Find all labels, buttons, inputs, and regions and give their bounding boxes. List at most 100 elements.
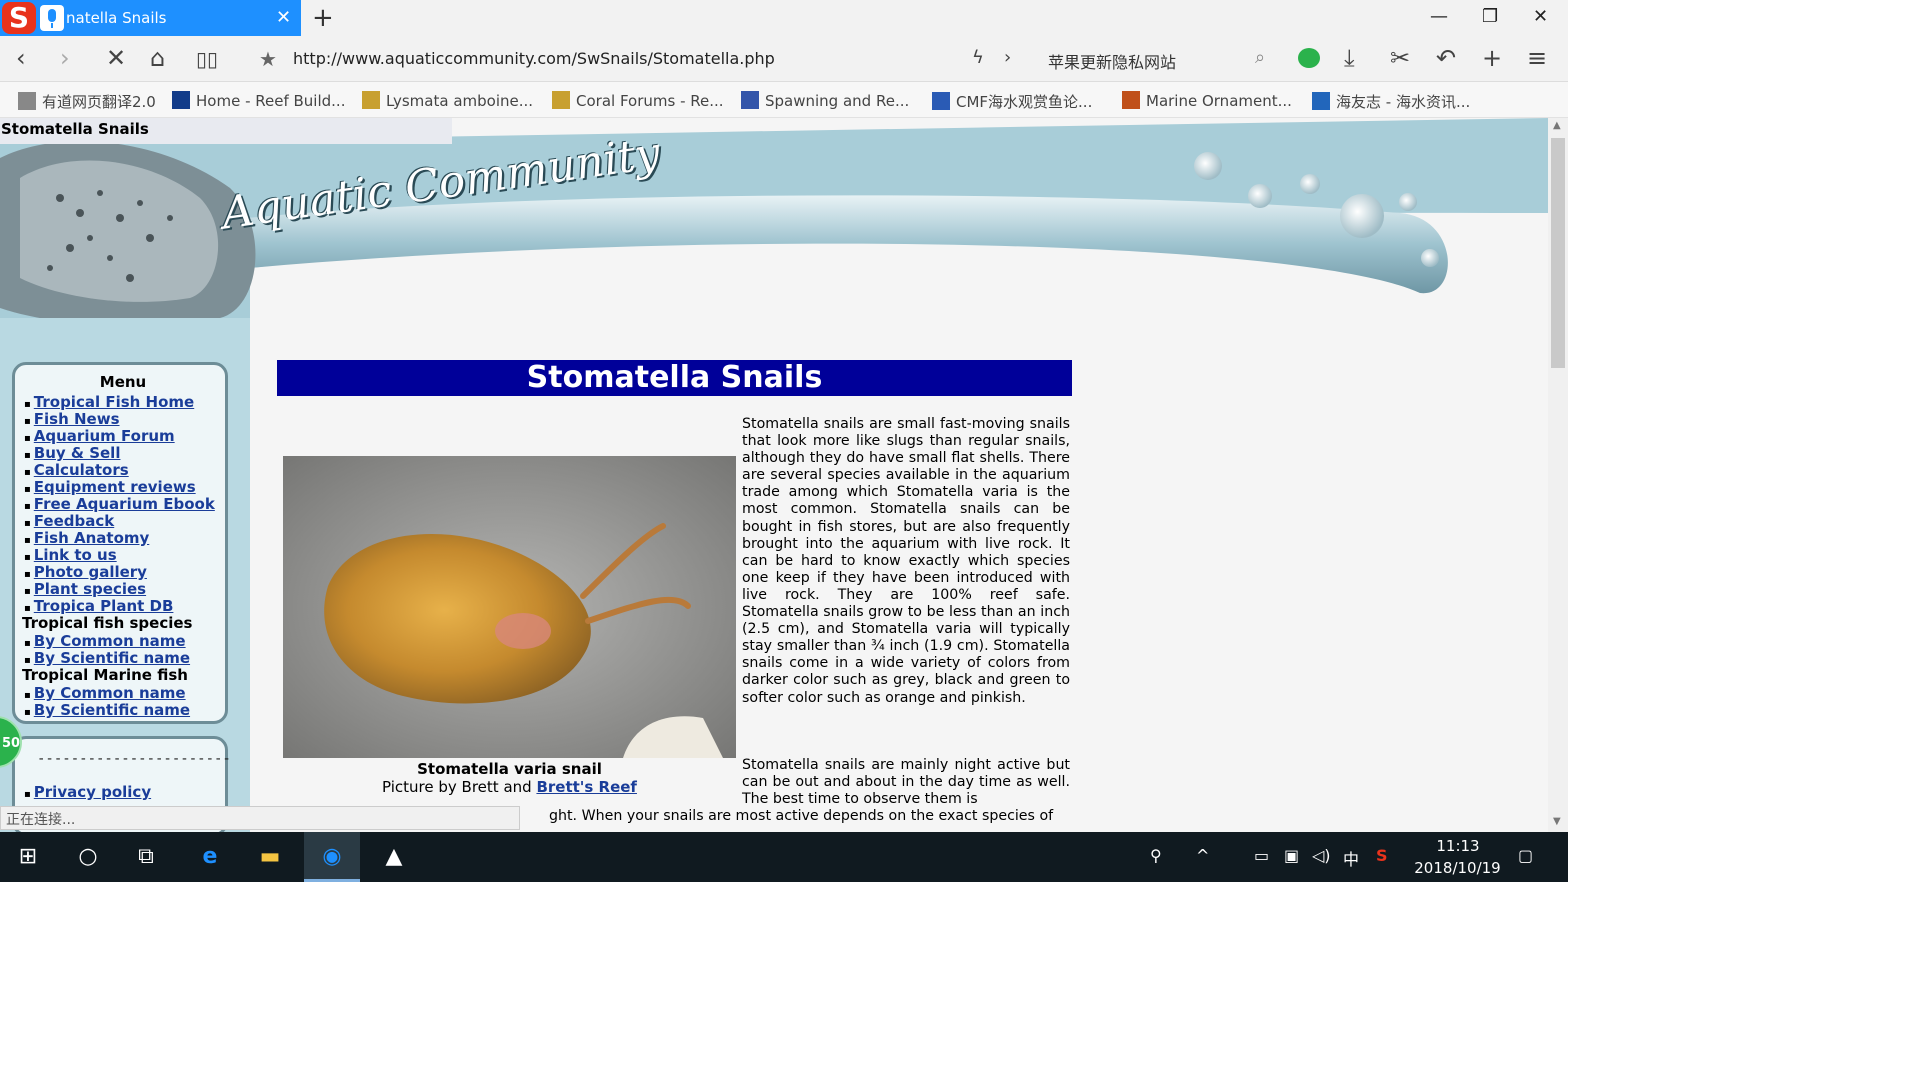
menu-link-calculators[interactable]: Calculators — [24, 461, 129, 479]
task-view-icon[interactable]: ⧉ — [118, 832, 174, 882]
navigation-bar: ‹ › ✕ ⌂ ▯▯ ★ http://www.aquaticcommunity… — [0, 36, 1568, 82]
edge-icon[interactable]: e — [182, 832, 238, 882]
menu-link-tropical-scientific-name[interactable]: By Scientific name — [24, 649, 190, 667]
bookmark-item[interactable]: Lysmata amboine... — [362, 91, 533, 110]
tab-title: natella Snails — [66, 9, 167, 27]
minimize-button[interactable]: — — [1430, 6, 1448, 27]
reader-icon[interactable]: ▯▯ — [196, 47, 218, 71]
add-icon[interactable]: + — [1482, 44, 1502, 72]
active-tab[interactable]: S natella Snails ✕ — [0, 0, 301, 36]
bookmark-label: 海友志 - 海水资讯... — [1336, 93, 1471, 111]
page-icon — [18, 92, 36, 110]
menu-divider: ----------------------- — [37, 751, 231, 767]
bookmark-item[interactable]: Coral Forums - Re... — [552, 91, 724, 110]
people-icon[interactable]: ⚲ — [1150, 846, 1162, 865]
clock-date[interactable]: 2018/10/19 — [1410, 859, 1505, 877]
search-icon[interactable]: ⌕ — [1255, 47, 1265, 68]
undo-icon[interactable]: ↶ — [1436, 44, 1456, 72]
notifications-icon[interactable]: ▢ — [1518, 846, 1533, 865]
stop-button[interactable]: ✕ — [106, 44, 126, 72]
menu-link-marine-common-name[interactable]: By Common name — [24, 684, 186, 702]
back-button[interactable]: ‹ — [16, 44, 26, 72]
article-paragraph-1: Stomatella snails are small fast-moving … — [742, 416, 1070, 706]
search-suggestion[interactable]: 苹果更新隐私网站 — [1048, 49, 1176, 73]
battery-icon[interactable]: ▭ — [1254, 846, 1269, 865]
page-title: Stomatella Snails — [277, 360, 1072, 396]
menu-link-aquarium-forum[interactable]: Aquarium Forum — [24, 427, 175, 445]
restore-button[interactable]: ❐ — [1482, 6, 1498, 27]
article-paragraph-3: ght. When your snails are most active de… — [549, 808, 1054, 824]
menu-section-marine: Tropical Marine fish — [22, 666, 188, 684]
bretts-reef-link[interactable]: Brett's Reef — [536, 778, 637, 796]
bookmark-item[interactable]: 海友志 - 海水资讯... — [1312, 91, 1470, 112]
menu-link-tropical-common-name[interactable]: By Common name — [24, 632, 186, 650]
scissors-icon[interactable]: ✂ — [1390, 44, 1410, 72]
scroll-down-icon[interactable]: ▼ — [1553, 816, 1561, 827]
window-title: Stomatella Snails — [0, 118, 452, 144]
status-bar: 正在连接... — [0, 806, 520, 830]
photos-icon[interactable]: ▲ — [366, 832, 422, 882]
scroll-up-icon[interactable]: ▲ — [1553, 120, 1561, 131]
bookmark-item[interactable]: Marine Ornament... — [1122, 91, 1292, 110]
browser-taskbar-icon[interactable]: ◉ — [304, 832, 360, 882]
bookmark-label: 有道网页翻译2.0 — [42, 93, 156, 111]
menu-icon[interactable]: ≡ — [1527, 44, 1547, 72]
cmf-icon — [932, 92, 950, 110]
menu-link-feedback[interactable]: Feedback — [24, 512, 114, 530]
bookmark-item[interactable]: Home - Reef Build... — [172, 91, 345, 110]
home-button[interactable]: ⌂ — [150, 44, 165, 72]
menu-link-plant-species[interactable]: Plant species — [24, 580, 146, 598]
menu-link-privacy-policy[interactable]: Privacy policy — [24, 783, 151, 801]
menu-link-photo-gallery[interactable]: Photo gallery — [24, 563, 147, 581]
close-window-button[interactable]: ✕ — [1533, 6, 1548, 27]
volume-icon[interactable]: ◁) — [1312, 846, 1331, 865]
chevron-up-icon[interactable]: ^ — [1196, 846, 1209, 865]
file-explorer-icon[interactable]: ▬ — [242, 832, 298, 882]
close-tab-icon[interactable]: ✕ — [276, 7, 291, 28]
ime-indicator[interactable]: 中 — [1343, 846, 1359, 870]
cortana-icon[interactable]: ○ — [60, 832, 116, 882]
marine-icon — [1122, 91, 1140, 109]
bookmark-item[interactable]: CMF海水观赏鱼论... — [932, 91, 1092, 112]
menu-heading: Menu — [99, 373, 147, 391]
bookmark-label: Lysmata amboine... — [386, 92, 534, 110]
menu-link-equipment-reviews[interactable]: Equipment reviews — [24, 478, 196, 496]
snail-photo — [283, 456, 736, 758]
bookmark-star-icon[interactable]: ★ — [259, 47, 277, 71]
network-icon[interactable]: ▣ — [1284, 846, 1299, 865]
menu-section-tropical: Tropical fish species — [22, 614, 193, 632]
download-icon[interactable]: ⤓ — [1344, 44, 1355, 72]
menu-link-marine-scientific-name[interactable]: By Scientific name — [24, 701, 190, 719]
photo-credit-text: Picture by Brett and — [382, 778, 537, 796]
microphone-icon[interactable] — [40, 5, 64, 31]
photo-credit: Picture by Brett and Brett's Reef — [283, 778, 736, 796]
menu-link-fish-anatomy[interactable]: Fish Anatomy — [24, 529, 150, 547]
bookmark-label: Coral Forums - Re... — [576, 92, 724, 110]
address-bar[interactable]: http://www.aquaticcommunity.com/SwSnails… — [293, 49, 775, 68]
tab-bar: S natella Snails ✕ + — ❐ ✕ — [0, 0, 1568, 36]
menu-link-tropical-fish-home[interactable]: Tropical Fish Home — [24, 393, 194, 411]
lightning-icon[interactable]: ϟ — [972, 47, 984, 68]
bookmarks-bar: 有道网页翻译2.0 Home - Reef Build... Lysmata amb… — [0, 82, 1568, 118]
chevron-right-icon[interactable]: › — [1004, 47, 1011, 68]
search-q-icon — [1312, 92, 1330, 110]
new-tab-button[interactable]: + — [312, 3, 334, 33]
web-page: Stomatella Snails Aquatic Community Menu… — [0, 118, 1548, 832]
rk-icon — [741, 91, 759, 109]
vertical-scrollbar[interactable]: ▲ ▼ — [1548, 118, 1568, 832]
windows-start-icon[interactable]: ⊞ — [0, 832, 56, 882]
sogou-ime-icon[interactable]: S — [1376, 846, 1388, 865]
sogou-logo-icon: S — [2, 2, 36, 34]
scroll-thumb[interactable] — [1551, 138, 1565, 368]
menu-link-fish-news[interactable]: Fish News — [24, 410, 120, 428]
bookmark-item[interactable]: Spawning and Re... — [741, 91, 909, 110]
wechat-icon[interactable] — [1298, 46, 1320, 74]
forward-button[interactable]: › — [60, 44, 70, 72]
bookmark-item[interactable]: 有道网页翻译2.0 — [18, 91, 156, 112]
menu-link-tropica-plant-db[interactable]: Tropica Plant DB — [24, 597, 174, 615]
menu-link-buy-sell[interactable]: Buy & Sell — [24, 444, 121, 462]
leaf-icon — [362, 91, 380, 109]
menu-link-free-ebook[interactable]: Free Aquarium Ebook — [24, 495, 215, 513]
clock-time[interactable]: 11:13 — [1418, 837, 1498, 855]
menu-link-link-to-us[interactable]: Link to us — [24, 546, 117, 564]
